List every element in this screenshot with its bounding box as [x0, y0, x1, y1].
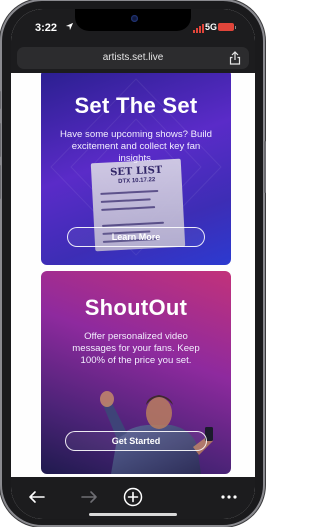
forward-arrow-icon[interactable] [79, 487, 99, 507]
share-icon[interactable] [229, 51, 241, 65]
setlist-line [101, 206, 156, 211]
network-type: 5G [205, 22, 218, 32]
power-button [264, 141, 266, 193]
learn-more-button[interactable]: Learn More [67, 227, 205, 247]
card-title: Set The Set [74, 93, 198, 118]
get-started-button[interactable]: Get Started [65, 431, 207, 451]
url-text[interactable]: artists.set.live [17, 52, 249, 63]
set-the-set-card: SET LIST DTX 10.17.22 Set The Set Have s… [41, 73, 231, 265]
shoutout-card: ShoutOut Offer personalized video messag… [41, 271, 231, 474]
address-bar[interactable]: artists.set.live [17, 47, 249, 69]
browser-bottom-toolbar [11, 477, 255, 519]
signal-bars-icon [193, 24, 204, 33]
phone-screen: 3:22 5G artists.set.live SET LIST DTX 10… [11, 9, 255, 519]
camera-icon [131, 15, 138, 22]
status-bar: 3:22 5G [11, 9, 255, 43]
more-dots-icon[interactable] [219, 487, 239, 507]
browser-top-chrome: 3:22 5G artists.set.live [11, 9, 255, 73]
battery-icon [218, 23, 236, 31]
status-time: 3:22 [35, 22, 58, 34]
location-arrow-icon [65, 22, 74, 31]
volume-up-button [0, 123, 1, 157]
card-title: ShoutOut [84, 295, 188, 320]
mute-switch [0, 91, 1, 109]
back-arrow-icon[interactable] [27, 487, 47, 507]
home-indicator [89, 513, 177, 516]
setlist-line [100, 189, 159, 195]
card-description: Offer personalized video messages for yo… [72, 331, 200, 366]
setlist-line [100, 198, 151, 203]
phone-frame: 3:22 5G artists.set.live SET LIST DTX 10… [0, 1, 266, 525]
plus-icon[interactable] [123, 487, 143, 507]
card-description: Have some upcoming shows? Build exciteme… [60, 129, 212, 164]
volume-down-button [0, 165, 1, 199]
page-content: SET LIST DTX 10.17.22 Set The Set Have s… [11, 73, 255, 477]
person-waving-image [100, 391, 213, 474]
